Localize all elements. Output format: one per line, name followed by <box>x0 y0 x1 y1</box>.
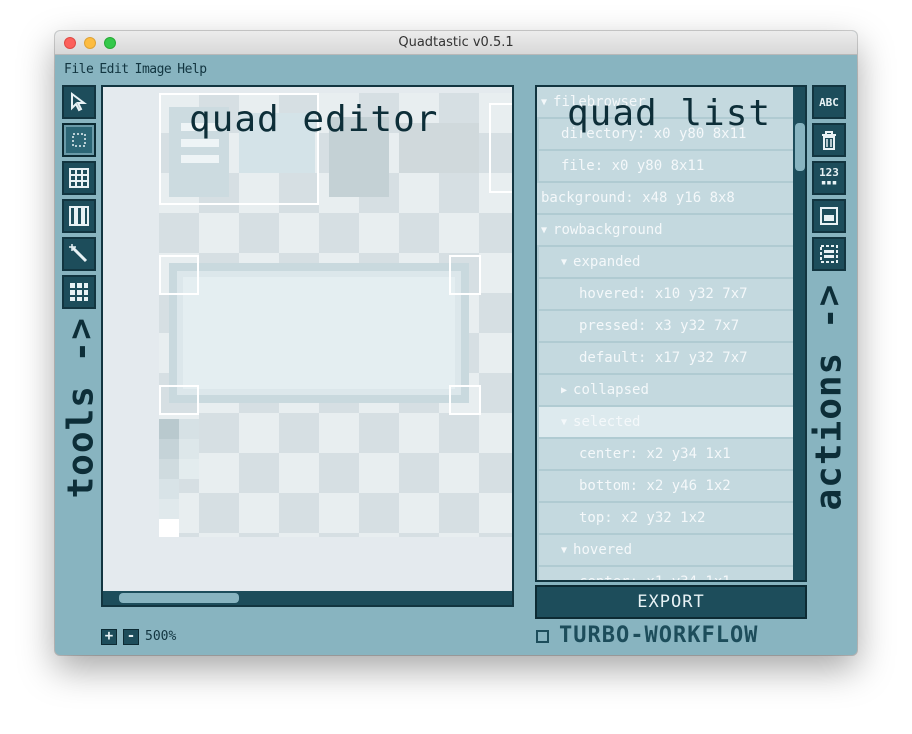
quad-list-row-label: collapsed <box>573 382 649 398</box>
group-icon <box>820 207 838 225</box>
quad-outline[interactable] <box>449 255 481 295</box>
quad-list-row-label: expanded <box>573 254 641 270</box>
expand-down-icon[interactable]: ▼ <box>541 225 547 236</box>
menu-image[interactable]: Image <box>135 62 172 77</box>
swatch <box>179 459 199 479</box>
zoom-level: 500% <box>145 629 177 644</box>
swatch <box>159 519 179 537</box>
sprite-doc-line <box>181 139 219 147</box>
editor-horizontal-scroll-thumb[interactable] <box>119 593 239 603</box>
quad-list-row[interactable]: top: x2 y32 1x2 <box>537 503 793 535</box>
expand-down-icon[interactable]: ▼ <box>561 417 567 428</box>
wand-tool-button[interactable] <box>62 237 96 271</box>
quad-list-row-label: hovered <box>573 542 633 558</box>
quad-outline[interactable] <box>159 255 199 295</box>
window-title: Quadtastic v0.5.1 <box>398 35 514 50</box>
grid-icon <box>69 168 89 188</box>
app-window: Quadtastic v0.5.1 File Edit Image Help t… <box>55 31 857 655</box>
rename-action-button[interactable]: ABC <box>812 85 846 119</box>
expand-right-icon[interactable]: ▶ <box>561 385 567 396</box>
tools-label: tools -> <box>60 317 102 499</box>
quad-list-row[interactable]: background: x48 y16 8x8 <box>537 183 793 215</box>
quad-list-row[interactable]: pressed: x3 y32 7x7 <box>537 311 793 343</box>
quad-list-row[interactable]: ▼ rowbackground <box>537 215 793 247</box>
quad-list-row-label: default: x17 y32 7x7 <box>579 350 748 366</box>
group-action-button[interactable] <box>812 199 846 233</box>
tools-toolbar: tools -> <box>61 85 102 585</box>
grid-tool-button[interactable] <box>62 161 96 195</box>
create-rect-icon <box>72 133 86 147</box>
quad-list-row[interactable]: center: x1 y34 1x1 <box>537 567 793 582</box>
trash-icon <box>822 131 836 150</box>
quad-list-title: quad list <box>567 93 772 134</box>
quad-list-row-label: file: x0 y80 8x11 <box>561 158 705 174</box>
delete-action-button[interactable] <box>812 123 846 157</box>
quad-list-row-label: background: x48 y16 8x8 <box>541 190 735 206</box>
tiles-icon <box>70 283 88 301</box>
quad-list-row-label: center: x2 y34 1x1 <box>579 446 731 462</box>
menu-help[interactable]: Help <box>177 62 207 77</box>
zoom-out-button[interactable]: - <box>123 629 139 645</box>
quad-list-row-label: selected <box>573 414 641 430</box>
menu-file[interactable]: File <box>64 62 94 77</box>
sprite-panel-inner <box>183 277 455 389</box>
swatch <box>159 459 179 479</box>
quad-editor[interactable]: quad editor <box>101 85 514 607</box>
select-tool-button[interactable] <box>62 85 96 119</box>
quad-outline[interactable] <box>159 385 199 415</box>
quad-list-row-label: top: x2 y32 1x2 <box>579 510 706 526</box>
sort-action-button[interactable]: 123 ▪▪▪ <box>812 161 846 195</box>
ungroup-icon <box>820 245 838 263</box>
quad-list-panel[interactable]: ▼ filebrowser directory: x0 y80 8x11 file: … <box>535 85 807 582</box>
create-tool-button[interactable] <box>62 123 96 157</box>
quad-list-scroll-thumb[interactable] <box>795 123 805 171</box>
sprite-doc-line <box>181 155 219 163</box>
quad-outline[interactable] <box>449 385 481 415</box>
pointer-icon <box>71 92 87 112</box>
quad-list-row[interactable]: ▼ selected <box>537 407 793 439</box>
quad-list-row[interactable]: default: x17 y32 7x7 <box>537 343 793 375</box>
sort-lines-icon: ▪▪▪ <box>820 178 838 188</box>
swatch <box>159 439 179 459</box>
quad-list-row[interactable]: ▼ hovered <box>537 535 793 567</box>
turbo-workflow-label[interactable]: TURBO-WORKFLOW <box>559 623 758 648</box>
palette-tool-button[interactable] <box>62 275 96 309</box>
menu-edit[interactable]: Edit <box>99 62 129 77</box>
ungroup-action-button[interactable] <box>812 237 846 271</box>
quad-outline[interactable] <box>489 103 512 193</box>
quad-list-row-label: bottom: x2 y46 1x2 <box>579 478 731 494</box>
editor-title: quad editor <box>189 99 439 140</box>
strips-tool-button[interactable] <box>62 199 96 233</box>
abc-icon: ABC <box>819 95 839 109</box>
quad-list-row[interactable]: ▼ expanded <box>537 247 793 279</box>
zoom-in-button[interactable]: + <box>101 629 117 645</box>
menu-bar: File Edit Image Help <box>55 55 857 83</box>
quad-list-row[interactable]: hovered: x10 y32 7x7 <box>537 279 793 311</box>
quad-list-row[interactable]: file: x0 y80 8x11 <box>537 151 793 183</box>
magic-wand-icon <box>69 244 88 263</box>
sprite-canvas[interactable]: quad editor <box>159 93 512 537</box>
strips-icon <box>69 206 89 226</box>
swatch <box>159 479 179 499</box>
actions-toolbar: ABC 123 ▪▪▪ actions -> <box>809 85 850 511</box>
expand-down-icon[interactable]: ▼ <box>561 545 567 556</box>
quad-list-row-label: rowbackground <box>553 222 663 238</box>
quad-list-row-label: hovered: x10 y32 7x7 <box>579 286 748 302</box>
sort-123-icon: 123 <box>819 166 839 179</box>
actions-label: actions -> <box>808 283 850 511</box>
swatch <box>179 419 199 439</box>
swatch <box>179 439 199 459</box>
expand-down-icon[interactable]: ▼ <box>541 97 547 108</box>
quad-list-row-label: pressed: x3 y32 7x7 <box>579 318 740 334</box>
export-button[interactable]: EXPORT <box>535 585 807 619</box>
expand-down-icon[interactable]: ▼ <box>561 257 567 268</box>
title-bar[interactable]: Quadtastic v0.5.1 <box>55 31 857 55</box>
quad-list-row-label: center: x1 y34 1x1 <box>579 574 731 582</box>
swatch <box>159 499 179 519</box>
quad-list-row[interactable]: ▶ collapsed <box>537 375 793 407</box>
quad-list-row[interactable]: bottom: x2 y46 1x2 <box>537 471 793 503</box>
turbo-workflow-checkbox[interactable] <box>536 630 549 643</box>
quad-list-row[interactable]: center: x2 y34 1x1 <box>537 439 793 471</box>
swatch <box>159 419 179 439</box>
